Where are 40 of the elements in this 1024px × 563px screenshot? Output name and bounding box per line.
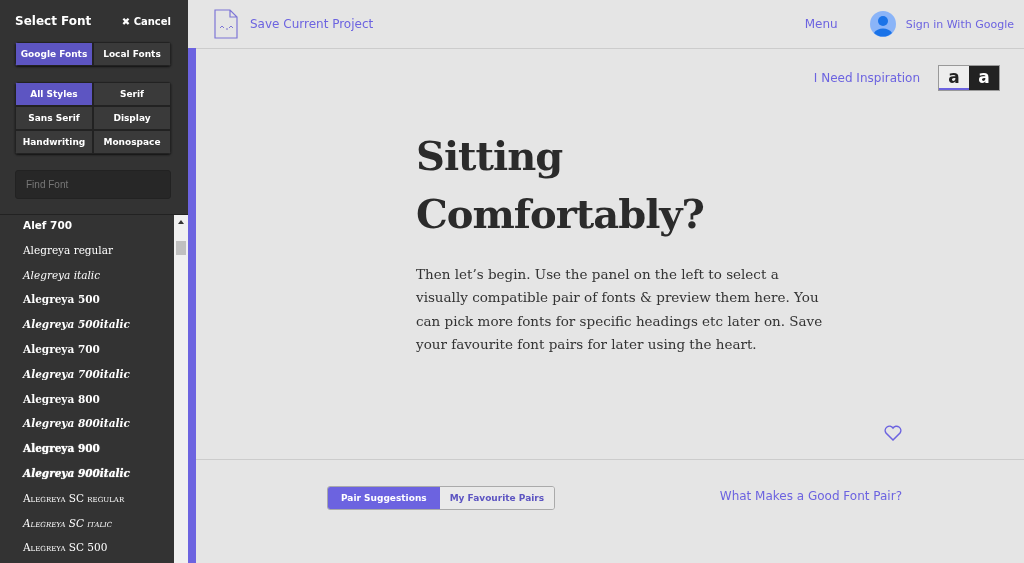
font-item[interactable]: Alegreya 500italic bbox=[23, 314, 174, 339]
theme-toggle[interactable]: a bbox=[939, 66, 969, 90]
font-item[interactable]: Alegreya italic bbox=[23, 264, 174, 290]
save-project-link[interactable]: Save Current Project bbox=[250, 17, 374, 31]
font-item[interactable]: Alegreya 800italic bbox=[23, 413, 174, 439]
theme-toggle[interactable]: a bbox=[969, 66, 999, 90]
sign-in-link[interactable]: Sign in With Google bbox=[905, 17, 1014, 31]
heart-icon[interactable] bbox=[884, 425, 902, 441]
font-item[interactable]: Alegreya 800 bbox=[23, 388, 174, 414]
style-filter[interactable]: All Styles bbox=[15, 82, 93, 106]
font-item[interactable]: Alegreya SC italic bbox=[23, 512, 174, 538]
style-filter[interactable]: Serif bbox=[93, 82, 171, 106]
font-item[interactable]: Alegreya SC 500 bbox=[23, 537, 174, 563]
pair-tab[interactable]: My Favourite Pairs bbox=[439, 487, 555, 509]
pair-tab[interactable]: Pair Suggestions bbox=[328, 487, 440, 509]
font-item[interactable]: Alegreya 700 bbox=[23, 339, 174, 364]
font-item[interactable]: Alegreya 700italic bbox=[23, 363, 174, 389]
style-filter[interactable]: Display bbox=[93, 106, 171, 130]
cancel-button[interactable]: ✖ Cancel bbox=[121, 15, 171, 27]
style-filter[interactable]: Monospace bbox=[93, 130, 171, 154]
font-item[interactable]: Alegreya 900italic bbox=[23, 462, 174, 488]
document-icon bbox=[214, 9, 238, 39]
scrollbar[interactable] bbox=[174, 215, 188, 563]
font-item[interactable]: Alegreya regular bbox=[23, 239, 174, 265]
menu-link[interactable]: Menu bbox=[804, 17, 838, 31]
font-item[interactable]: Alegreya SC regular bbox=[23, 487, 174, 513]
font-item[interactable]: Alef 700 bbox=[23, 215, 174, 240]
source-tab[interactable]: Google Fonts bbox=[15, 42, 93, 66]
font-pair-help-link[interactable]: What Makes a Good Font Pair? bbox=[719, 489, 902, 503]
inspiration-link[interactable]: I Need Inspiration bbox=[813, 71, 920, 85]
font-item[interactable]: Alegreya 900 bbox=[23, 438, 174, 463]
style-filter[interactable]: Sans Serif bbox=[15, 106, 93, 130]
font-item[interactable]: Alegreya 500 bbox=[23, 289, 174, 315]
preview-body: Then let’s begin. Use the panel on the left to select a visually compatible pair of fonts & preview them here. You can pick more fonts for specific headings etc later on. Save your favourite font pairs for later using the heart. bbox=[416, 265, 824, 354]
search-field[interactable]: Find Font bbox=[15, 170, 171, 199]
style-filter[interactable]: Handwriting bbox=[15, 130, 93, 154]
preview-heading: Sitting Comfortably? bbox=[416, 131, 706, 239]
source-tab[interactable]: Local Fonts bbox=[93, 42, 171, 66]
panel-title: Select Font bbox=[15, 14, 92, 28]
user-avatar-icon bbox=[869, 11, 896, 37]
